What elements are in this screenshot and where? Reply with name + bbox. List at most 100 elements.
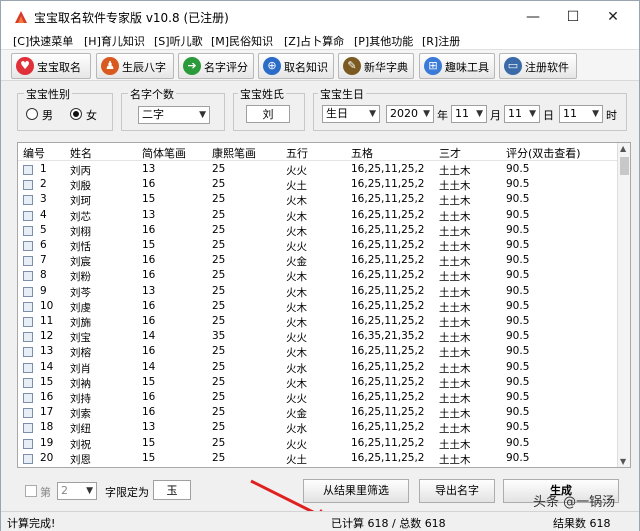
globe-icon: ⊕ [263,57,281,75]
birthday-group: 宝宝生日 生日 ▼ 2020 ▼ 年 11 ▼ 月 11 ▼ 日 11 ▼ 时 [313,86,627,131]
header-name[interactable]: 姓名 [70,145,92,161]
calendar-type-select[interactable]: 生日 ▼ [322,105,380,123]
nth-char-checkbox[interactable] [25,485,37,497]
toolbar-tools-button[interactable]: ⊞ 趣味工具 [419,53,495,79]
table-row[interactable]: 14 刘肖 14 25 火水 16,25,11,25,2 土土木 90.5 [18,360,618,376]
hour-unit: 时 [606,109,617,122]
header-sancai[interactable]: 三才 [439,145,461,161]
header-id[interactable]: 编号 [23,145,45,161]
table-row[interactable]: 11 刘旆 16 25 火木 16,25,11,25,2 土土木 90.5 [18,314,618,330]
cell-id: 2 [40,178,47,191]
cell-wuxing: 火水 [286,362,307,375]
name-count-select[interactable]: 二字 ▼ [138,106,210,124]
year-select[interactable]: 2020 ▼ [386,105,434,123]
menu-folk[interactable]: [M]民俗知识 [211,33,273,49]
menu-other[interactable]: [P]其他功能 [354,33,413,49]
header-score[interactable]: 评分(双击查看) [506,145,581,161]
cell-wuge: 16,25,11,25,2 [351,284,425,297]
cell-wuge: 16,25,11,25,2 [351,421,425,434]
cell-id: 12 [40,330,54,343]
header-kangxi-strokes[interactable]: 康熙笔画 [212,145,256,161]
cell-sancai: 土土木 [439,241,471,253]
table-row[interactable]: 13 刘榕 16 25 火木 16,25,11,25,2 土土木 90.5 [18,344,618,360]
toolbar-score-button[interactable]: ➔ 名字评分 [178,53,254,79]
toolbar-naming-button[interactable]: ♥ 宝宝取名 [11,53,91,79]
row-document-icon [23,286,33,297]
hour-value: 11 [563,107,577,120]
scroll-down-icon[interactable]: ▼ [620,457,626,466]
toolbar-knowledge-button[interactable]: ⊕ 取名知识 [258,53,334,79]
scroll-up-icon[interactable]: ▲ [620,144,626,153]
year-value: 2020 [390,107,418,120]
list-scrollbar[interactable]: ▲ ▼ [617,143,630,467]
table-row[interactable]: 4 刘芯 13 25 火木 16,25,11,25,2 土土木 90.5 [18,208,618,224]
cell-simplified-strokes: 16 [142,178,156,191]
cell-score: 90.5 [506,299,530,312]
nth-char-select[interactable]: 2 ▼ [57,482,97,500]
hour-select[interactable]: 11 ▼ [559,105,603,123]
cell-simplified-strokes: 13 [142,284,156,297]
toolbar-dictionary-button[interactable]: ✎ 新华字典 [338,53,414,79]
menu-divination[interactable]: [Z]占卜算命 [284,33,344,49]
menu-songs[interactable]: [S]听儿歌 [154,33,203,49]
cell-sancai: 土土木 [439,347,471,360]
toolbar-bazi-button[interactable]: ♟ 生辰八字 [96,53,174,79]
table-row[interactable]: 9 刘芩 13 25 火木 16,25,11,25,2 土土木 90.5 [18,284,618,300]
chevron-down-icon: ▼ [423,109,430,119]
toolbar-register-button[interactable]: ▭ 注册软件 [499,53,577,79]
cell-kangxi-strokes: 25 [212,375,226,388]
list-header: 编号 姓名 简体笔画 康熙笔画 五行 五格 三才 评分(双击查看) [18,143,618,161]
table-row[interactable]: 18 刘纽 13 25 火水 16,25,11,25,2 土土木 90.5 [18,420,618,436]
table-row[interactable]: 19 刘祝 15 25 火火 16,25,11,25,2 土土木 90.5 [18,436,618,452]
app-logo-icon [15,11,27,23]
table-row[interactable]: 6 刘恬 15 25 火火 16,25,11,25,2 土土木 90.5 [18,238,618,254]
month-select[interactable]: 11 ▼ [451,105,487,123]
cell-sancai: 土土木 [439,377,471,390]
gender-male-radio[interactable] [26,108,38,120]
table-row[interactable]: 10 刘虔 16 25 火木 16,25,11,25,2 土土木 90.5 [18,299,618,315]
header-wuge[interactable]: 五格 [351,145,373,161]
table-row[interactable]: 12 刘宝 14 35 火火 16,35,21,35,2 土土木 90.5 [18,329,618,345]
menu-quick[interactable]: [C]快速菜单 [13,33,73,49]
row-document-icon [23,195,33,206]
menu-register[interactable]: [R]注册 [422,33,460,49]
table-row[interactable]: 3 刘珂 15 25 火木 16,25,11,25,2 土土木 90.5 [18,192,618,208]
table-row[interactable]: 8 刘粉 16 25 火木 16,25,11,25,2 土土木 90.5 [18,268,618,284]
result-list[interactable]: 编号 姓名 简体笔画 康熙笔画 五行 五格 三才 评分(双击查看) 1 刘丙 13 2… [17,142,631,468]
table-row[interactable]: 15 刘衲 15 25 火木 16,25,11,25,2 土土木 90.5 [18,375,618,391]
cell-score: 90.5 [506,315,530,327]
cell-name: 刘殷 [70,180,91,193]
heart-icon: ♥ [16,57,34,75]
menu-parenting[interactable]: [H]育儿知识 [84,33,145,49]
minimize-button[interactable]: — [523,7,543,27]
limit-char-input[interactable] [153,480,191,500]
chevron-down-icon: ▼ [592,109,599,119]
cell-simplified-strokes: 16 [142,254,156,267]
table-row[interactable]: 2 刘殷 16 25 火土 16,25,11,25,2 土土木 90.5 [18,177,618,193]
table-row[interactable]: 7 刘宸 16 25 火金 16,25,11,25,2 土土木 90.5 [18,253,618,269]
cell-wuxing: 火金 [286,256,307,269]
table-row[interactable]: 17 刘索 16 25 火金 16,25,11,25,2 土土木 90.5 [18,405,618,421]
close-button[interactable]: ✕ [603,7,623,27]
cell-simplified-strokes: 16 [142,345,156,358]
table-row[interactable]: 16 刘持 16 25 火火 16,25,11,25,2 土土木 90.5 [18,390,618,406]
cell-simplified-strokes: 14 [142,360,156,373]
maximize-button[interactable]: ☐ [563,7,583,27]
table-row[interactable]: 20 刘恩 15 25 火土 16,25,11,25,2 土土木 90.5 [18,451,618,467]
table-row[interactable]: 5 刘栩 16 25 火木 16,25,11,25,2 土土木 90.5 [18,223,618,239]
export-names-button[interactable]: 导出名字 [419,479,495,503]
header-wuxing[interactable]: 五行 [286,145,308,161]
cell-wuge: 16,25,11,25,2 [351,375,425,388]
person-icon: ♟ [101,57,119,75]
cell-score: 90.5 [506,254,530,267]
cell-score: 90.5 [506,239,530,251]
cell-wuxing: 火火 [286,393,307,405]
nth-char-value: 2 [61,484,68,497]
header-simplified-strokes[interactable]: 简体笔画 [142,145,186,161]
surname-input[interactable] [246,105,290,123]
table-row[interactable]: 1 刘丙 13 25 火火 16,25,11,25,2 土土木 90.5 [18,162,618,178]
scroll-thumb[interactable] [620,157,629,175]
gender-female-radio[interactable] [70,108,82,120]
row-document-icon [23,180,33,191]
day-select[interactable]: 11 ▼ [504,105,540,123]
